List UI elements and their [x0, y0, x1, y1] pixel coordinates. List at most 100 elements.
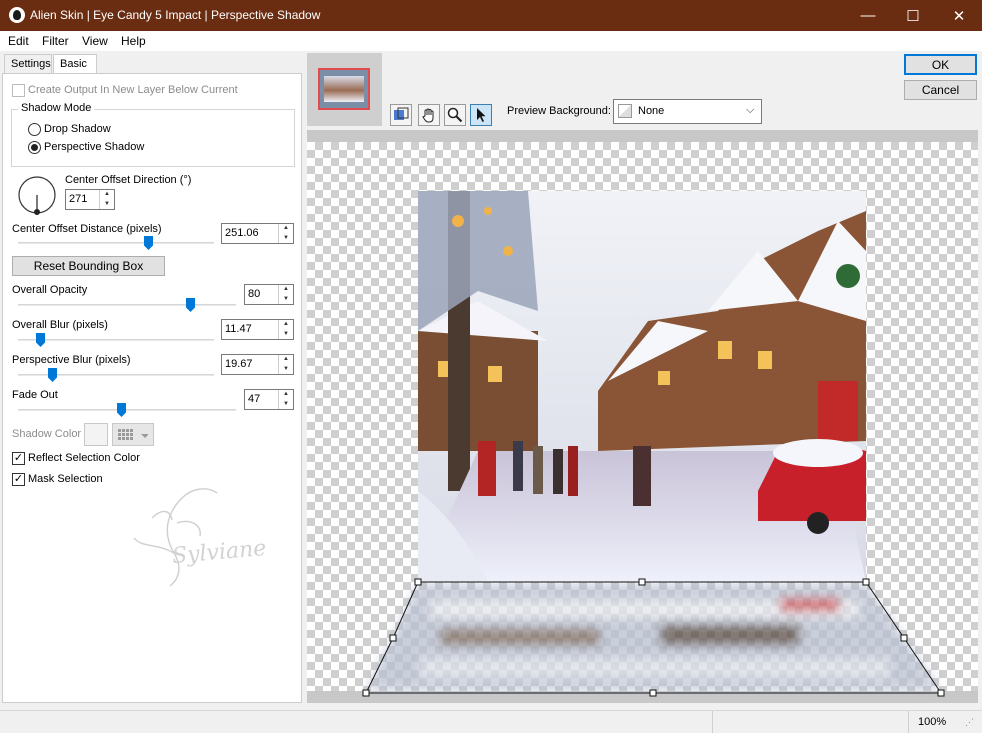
- menu-filter[interactable]: Filter: [42, 34, 69, 48]
- hand-icon: [422, 108, 434, 123]
- center-offset-distance-track[interactable]: [18, 242, 214, 244]
- transparent-swatch-icon: [618, 104, 632, 118]
- handle-bottom-right[interactable]: [937, 689, 945, 697]
- status-bar: 100% ⋰: [0, 710, 982, 733]
- handle-bottom-center[interactable]: [649, 689, 657, 697]
- perspective-blur-track[interactable]: [18, 374, 214, 376]
- spin-down-icon[interactable]: ▼: [279, 234, 293, 244]
- drop-shadow-label: Drop Shadow: [44, 123, 111, 135]
- overall-blur-track[interactable]: [18, 339, 214, 341]
- shadow-mode-group: [11, 109, 295, 167]
- drop-shadow-radio[interactable]: [28, 123, 41, 136]
- village-scene-image: [418, 191, 866, 582]
- menu-edit[interactable]: Edit: [8, 34, 29, 48]
- checkmark-icon: ✓: [13, 473, 24, 485]
- mask-selection-label: Mask Selection: [28, 473, 103, 485]
- tab-settings[interactable]: Settings: [4, 54, 52, 74]
- overall-opacity-input[interactable]: 80 ▲ ▼: [244, 284, 294, 305]
- ok-button[interactable]: OK: [904, 54, 977, 75]
- preview-background-select[interactable]: None ⌵: [613, 99, 762, 124]
- preview-toggle-icon: [394, 107, 409, 120]
- handle-top-left[interactable]: [414, 578, 422, 586]
- arrow-pointer-icon: [477, 108, 486, 122]
- checkmark-icon: ✓: [13, 452, 24, 464]
- perspective-blur-label: Perspective Blur (pixels): [12, 354, 131, 366]
- preview-background-label: Preview Background:: [507, 105, 611, 117]
- spin-down-icon[interactable]: ▼: [279, 330, 293, 340]
- minimize-button[interactable]: —: [845, 0, 891, 31]
- spin-up-icon[interactable]: ▲: [279, 224, 293, 234]
- title-bar: Alien Skin | Eye Candy 5 Impact | Perspe…: [0, 0, 982, 31]
- close-button[interactable]: ✕: [936, 0, 982, 31]
- reset-bounding-box-button[interactable]: Reset Bounding Box: [12, 256, 165, 276]
- zoom-tool-button[interactable]: [444, 104, 466, 126]
- shadow-mode-label: Shadow Mode: [18, 102, 95, 114]
- spin-up-icon[interactable]: ▲: [279, 285, 293, 295]
- chevron-down-icon: ⌵: [746, 104, 755, 116]
- menu-help[interactable]: Help: [121, 34, 146, 48]
- basic-settings-panel: [2, 73, 302, 703]
- shadow-color-palette-button[interactable]: [112, 423, 154, 446]
- overall-opacity-label: Overall Opacity: [12, 284, 88, 296]
- bounding-box-handles: [362, 578, 945, 697]
- handle-top-right[interactable]: [862, 578, 870, 586]
- maximize-button[interactable]: ☐: [890, 0, 936, 31]
- reflect-selection-color-checkbox[interactable]: ✓: [12, 452, 25, 465]
- spin-up-icon[interactable]: ▲: [100, 190, 114, 200]
- center-offset-direction-label: Center Offset Direction (°): [65, 174, 192, 186]
- reflect-selection-color-label: Reflect Selection Color: [28, 452, 140, 464]
- perspective-shadow-radio[interactable]: [28, 141, 41, 154]
- center-offset-distance-value: 251.06: [225, 227, 259, 239]
- perspective-shadow-label: Perspective Shadow: [44, 141, 145, 153]
- minimize-icon: —: [860, 7, 876, 24]
- preview-image: [418, 191, 866, 582]
- spin-down-icon[interactable]: ▼: [279, 365, 293, 375]
- magnifier-icon: [447, 107, 463, 123]
- menu-bar: Edit Filter View Help: [0, 31, 982, 51]
- navigator-thumbnail[interactable]: [318, 68, 370, 110]
- selection-tool-button[interactable]: [470, 104, 492, 126]
- resize-grip-icon[interactable]: ⋰: [965, 717, 974, 728]
- palette-grid-icon: [118, 429, 148, 440]
- zoom-level: 100%: [918, 716, 947, 728]
- fade-out-track[interactable]: [18, 409, 236, 411]
- maximize-icon: ☐: [906, 7, 920, 25]
- mask-selection-checkbox[interactable]: ✓: [12, 473, 25, 486]
- cancel-button[interactable]: Cancel: [904, 80, 977, 100]
- overall-blur-value: 11.47: [225, 323, 252, 335]
- handle-top-center[interactable]: [638, 578, 646, 586]
- window-title: Alien Skin | Eye Candy 5 Impact | Perspe…: [30, 8, 321, 22]
- hand-tool-button[interactable]: [418, 104, 440, 126]
- toggle-preview-button[interactable]: [390, 104, 412, 126]
- overall-blur-label: Overall Blur (pixels): [12, 319, 108, 331]
- direction-dial[interactable]: [16, 174, 58, 218]
- spin-down-icon[interactable]: ▼: [279, 295, 293, 305]
- create-output-checkbox[interactable]: [12, 84, 25, 97]
- handle-middle-right[interactable]: [900, 634, 908, 642]
- fade-out-input[interactable]: 47 ▲ ▼: [244, 389, 294, 410]
- handle-middle-left[interactable]: [389, 634, 397, 642]
- shadow-color-swatch[interactable]: [84, 423, 108, 446]
- center-offset-direction-input[interactable]: 271 ▲ ▼: [65, 189, 115, 210]
- handle-bottom-left[interactable]: [362, 689, 370, 697]
- spin-up-icon[interactable]: ▲: [279, 390, 293, 400]
- overall-opacity-track[interactable]: [18, 304, 236, 306]
- bounding-box-overlay[interactable]: [355, 572, 955, 702]
- fade-out-value: 47: [248, 393, 261, 405]
- center-offset-direction-value: 271: [69, 193, 88, 205]
- menu-view[interactable]: View: [82, 34, 108, 48]
- spin-down-icon[interactable]: ▼: [279, 400, 293, 410]
- tab-basic[interactable]: Basic: [53, 54, 97, 75]
- close-icon: ✕: [952, 7, 966, 25]
- create-output-label: Create Output In New Layer Below Current: [28, 84, 238, 96]
- preview-background-value: None: [638, 105, 665, 117]
- overall-blur-input[interactable]: 11.47 ▲ ▼: [221, 319, 294, 340]
- perspective-blur-value: 19.67: [225, 358, 253, 370]
- app-icon[interactable]: [9, 7, 25, 23]
- spin-up-icon[interactable]: ▲: [279, 320, 293, 330]
- spin-up-icon[interactable]: ▲: [279, 355, 293, 365]
- perspective-blur-input[interactable]: 19.67 ▲ ▼: [221, 354, 294, 375]
- center-offset-distance-input[interactable]: 251.06 ▲ ▼: [221, 223, 294, 244]
- overall-opacity-value: 80: [248, 288, 261, 300]
- spin-down-icon[interactable]: ▼: [100, 200, 114, 210]
